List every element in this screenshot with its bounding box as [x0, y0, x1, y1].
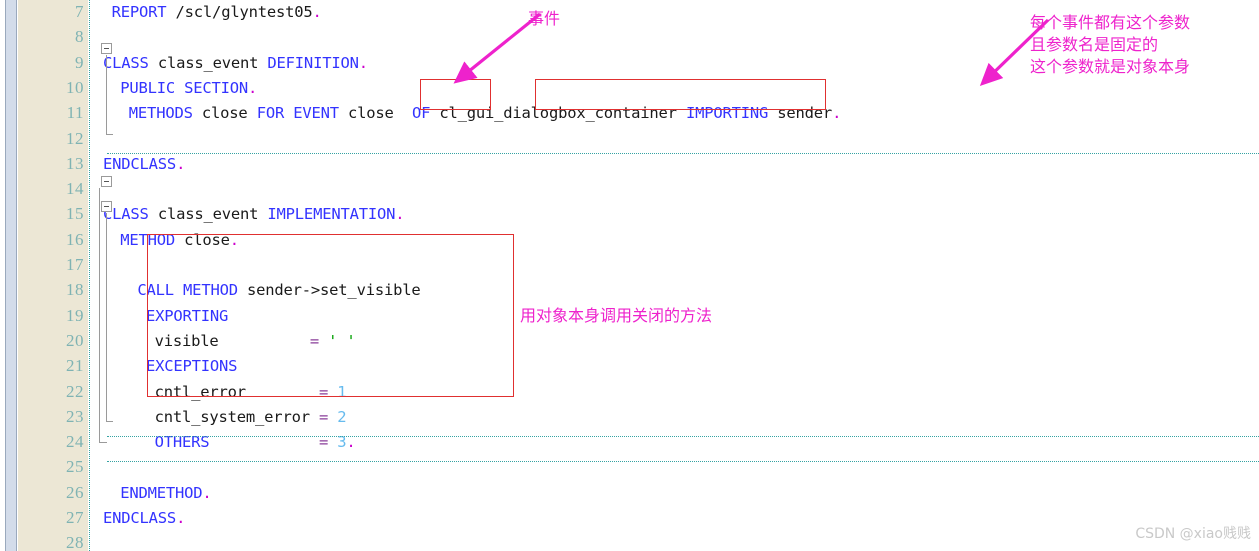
- line-number: 17: [66, 255, 84, 274]
- code-token-id: class_event: [157, 53, 259, 72]
- code-text[interactable]: PUBLIC SECTION.: [120, 79, 257, 97]
- line-number: 24: [66, 432, 84, 452]
- code-text[interactable]: ENDCLASS.: [103, 509, 185, 527]
- code-text[interactable]: CLASS class_event IMPLEMENTATION.: [103, 205, 405, 224]
- code-token-kw: METHODS: [128, 104, 193, 123]
- code-line[interactable]: 12: [0, 127, 1259, 152]
- annotation-label-event: 事件: [528, 9, 561, 28]
- code-token-dot: .: [358, 53, 368, 72]
- line-number: 26: [66, 482, 84, 502]
- fold-guide-class-implementation: [99, 188, 100, 442]
- code-token-id: /scl/glyntest05: [175, 3, 313, 21]
- line-number: 11: [66, 103, 84, 123]
- code-token-punc: [166, 3, 175, 21]
- code-text[interactable]: cntl_system_error = 2: [155, 408, 347, 426]
- line-number: 25: [66, 457, 84, 477]
- fold-guide-foot-class-definition: [106, 134, 113, 135]
- code-token-kw: FOR EVENT: [256, 104, 339, 123]
- code-token-punc: [328, 408, 337, 426]
- code-line[interactable]: 23 cntl_system_error = 2: [0, 405, 1259, 430]
- code-token-dot: .: [176, 509, 186, 527]
- block-separator-endclass-implementation: [107, 461, 1259, 462]
- code-token-kw: PUBLIC SECTION: [120, 78, 249, 97]
- line-number: 15: [66, 204, 84, 224]
- line-number: 27: [66, 508, 84, 527]
- code-token-kw: ENDCLASS: [103, 509, 177, 527]
- code-token-dot: .: [395, 205, 405, 224]
- fold-guide-foot-class-implementation: [99, 442, 107, 443]
- line-number: 7: [75, 2, 84, 21]
- highlight-box-event-name: [420, 79, 491, 110]
- code-token-dot: .: [248, 78, 258, 97]
- line-number: 22: [66, 381, 84, 401]
- line-number: 13: [66, 153, 84, 173]
- line-number: 28: [66, 533, 84, 551]
- code-token-id: class_event: [157, 205, 259, 224]
- code-text[interactable]: CLASS class_event DEFINITION.: [103, 54, 368, 72]
- code-token-kw: ENDCLASS: [103, 154, 177, 173]
- code-line[interactable]: 24 OTHERS = 3.: [0, 430, 1259, 455]
- block-separator-endmethod: [107, 436, 1259, 437]
- code-editor-screenshot: 7 REPORT /scl/glyntest05. 8 9 CLASS class_ev…: [0, 0, 1259, 551]
- code-text[interactable]: REPORT /scl/glyntest05.: [112, 3, 322, 21]
- highlight-box-event-class: [535, 79, 826, 110]
- line-number: 12: [66, 128, 84, 148]
- line-number: 9: [75, 52, 84, 72]
- code-token-dot: .: [832, 104, 842, 123]
- fold-guide-method-close: [106, 213, 107, 421]
- code-token-id: close: [348, 104, 394, 123]
- code-token-id: close: [201, 104, 248, 123]
- fold-guide-foot-method-close: [106, 421, 113, 422]
- code-token-dot: .: [312, 3, 322, 21]
- code-token-kw: CLASS: [103, 53, 149, 72]
- code-token-dot: .: [176, 154, 186, 173]
- fold-toggle-class-definition[interactable]: [101, 43, 112, 54]
- code-text[interactable]: ENDCLASS.: [103, 155, 185, 173]
- block-separator-endclass-definition: [107, 153, 1259, 154]
- code-token-id: cntl_system_error: [154, 407, 310, 426]
- csdn-watermark: CSDN @xiao贱贱: [1135, 526, 1251, 542]
- line-number: 19: [66, 305, 84, 325]
- fold-toggle-method-close[interactable]: [101, 201, 112, 212]
- line-number: 23: [66, 406, 84, 426]
- code-line[interactable]: 13 ENDCLASS.: [0, 152, 1259, 177]
- code-token-kw: ENDMETHOD: [120, 483, 203, 502]
- code-token-op: =: [318, 407, 329, 426]
- line-number: 10: [66, 77, 84, 97]
- annotation-label-importing-sender: 每个事件都有这个参数 且参数名是固定的 这个参数就是对象本身: [1030, 13, 1191, 76]
- line-number: 20: [66, 330, 84, 350]
- code-token-num: 2: [337, 407, 347, 426]
- code-token-dot: .: [202, 483, 212, 502]
- line-number: 21: [66, 356, 84, 376]
- highlight-box-call-method-block: [147, 234, 514, 397]
- line-number: 18: [66, 280, 84, 300]
- code-token-punc: [310, 408, 319, 426]
- code-line[interactable]: 15 CLASS class_event IMPLEMENTATION.: [0, 202, 1259, 227]
- code-line[interactable]: 25: [0, 455, 1259, 480]
- code-text[interactable]: ENDMETHOD.: [120, 483, 212, 502]
- line-number: 8: [75, 27, 84, 47]
- line-number: 14: [66, 179, 84, 199]
- code-token-punc: [193, 104, 202, 122]
- line-number: 16: [66, 229, 84, 249]
- code-token-punc: [149, 205, 158, 223]
- code-token-kw: IMPLEMENTATION: [267, 205, 396, 224]
- code-line[interactable]: 27 ENDCLASS.: [0, 506, 1259, 531]
- code-token-kw: REPORT: [111, 3, 167, 21]
- fold-toggle-class-implementation[interactable]: [101, 176, 112, 187]
- code-token-punc: [149, 54, 158, 72]
- code-line[interactable]: 14: [0, 177, 1259, 202]
- code-token-punc: [394, 104, 412, 122]
- code-line[interactable]: 26 ENDMETHOD.: [0, 481, 1259, 506]
- code-token-kw: DEFINITION: [267, 53, 359, 72]
- fold-guide-class-definition: [106, 55, 107, 134]
- code-token-punc: [339, 104, 348, 122]
- code-token-punc: [248, 104, 257, 122]
- annotation-label-close-method: 用对象本身调用关闭的方法: [520, 306, 713, 325]
- code-line[interactable]: 28: [0, 531, 1259, 551]
